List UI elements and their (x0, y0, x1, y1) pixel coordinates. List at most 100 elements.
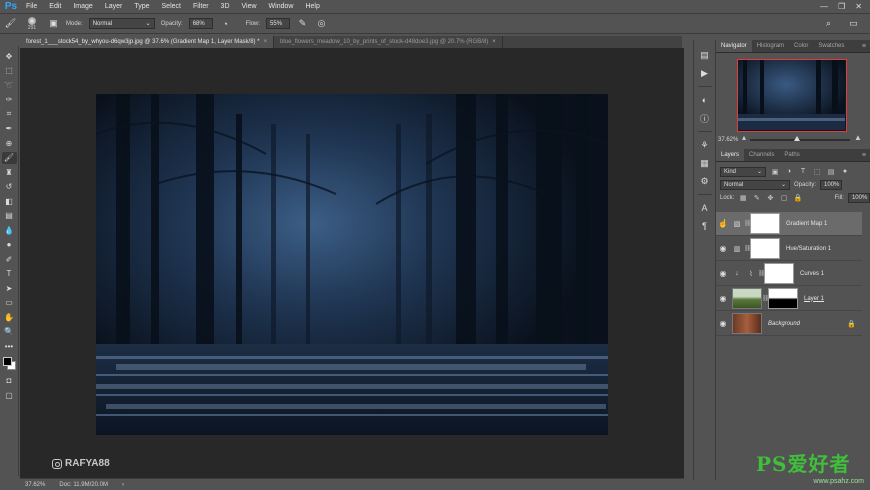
filter-smart-object-icon[interactable]: ▤ (826, 167, 836, 177)
adjustments-panel-icon[interactable]: ◐ (698, 93, 712, 107)
pressure-opacity-icon[interactable]: ◔ (219, 17, 232, 30)
fill-input[interactable]: 100% (847, 192, 870, 203)
eyedropper-tool-icon[interactable]: ✒ (2, 123, 17, 136)
brush-tool-preset-icon[interactable]: 🖌 (4, 17, 17, 30)
flow-input[interactable]: 55% (266, 18, 291, 29)
tab-swatches[interactable]: Swatches (813, 40, 849, 52)
zoom-tool-icon[interactable]: 🔍 (2, 326, 17, 339)
layer-name[interactable]: Layer 1 (804, 296, 824, 302)
menu-file[interactable]: File (20, 3, 43, 10)
layer-thumbnail[interactable] (732, 288, 762, 309)
crop-tool-icon[interactable]: ⌗ (2, 108, 17, 121)
info-panel-icon[interactable]: ⓘ (698, 111, 712, 125)
brush-panel-toggle-icon[interactable]: ▣ (47, 17, 60, 30)
search-icon[interactable]: ⌕ (822, 17, 835, 30)
color-swatches[interactable] (2, 355, 17, 373)
tab-channels[interactable]: Channels (744, 149, 779, 161)
quick-mask-icon[interactable]: ◘ (2, 375, 17, 388)
blend-mode-select[interactable]: Normal ⌄ (720, 179, 790, 190)
character-panel-icon[interactable]: A (698, 201, 712, 215)
shape-tool-icon[interactable]: ▭ (2, 297, 17, 310)
brush-panel-icon[interactable]: ▦ (698, 156, 712, 170)
status-zoom[interactable]: 37.62% (25, 482, 45, 488)
layer-mask-thumbnail[interactable] (764, 263, 794, 284)
menu-3d[interactable]: 3D (215, 3, 236, 10)
tab-paths[interactable]: Paths (779, 149, 804, 161)
layer-name[interactable]: Background (768, 321, 800, 327)
screen-mode-icon[interactable]: ▢ (2, 389, 17, 402)
lock-position-icon[interactable]: ✥ (766, 193, 776, 203)
filter-adjustment-icon[interactable]: ◑ (784, 167, 794, 177)
mode-select[interactable]: Normal ⌄ (88, 18, 155, 29)
panel-menu-icon[interactable]: ≡ (862, 40, 870, 52)
layer-curves[interactable]: ◉ ↓ ⌇ ⛓ Curves 1 (716, 262, 862, 286)
layer-gradient-map[interactable]: ☝ ▧ ⛓ Gradient Map 1 (716, 212, 862, 236)
brush-preset-picker[interactable]: 291 (23, 16, 41, 32)
hand-cursor-icon[interactable]: ☝ (716, 219, 730, 228)
layer-mask-thumbnail[interactable] (750, 238, 780, 259)
quick-select-tool-icon[interactable]: ✑ (2, 94, 17, 107)
filter-kind-select[interactable]: Kind ⌄ (720, 166, 766, 177)
brush-tool-icon[interactable]: 🖌 (1, 151, 17, 164)
layer-thumbnail[interactable] (732, 313, 762, 334)
layer-background[interactable]: ◉ Background 🔒 (716, 312, 862, 336)
clone-stamp-tool-icon[interactable]: ♜ (2, 166, 17, 179)
visibility-eye-icon[interactable]: ◉ (716, 319, 730, 328)
history-panel-icon[interactable]: ▤ (698, 48, 712, 62)
airbrush-icon[interactable]: ✎ (296, 17, 309, 30)
blur-tool-icon[interactable]: 💧 (2, 224, 17, 237)
close-button[interactable]: ✕ (855, 2, 862, 11)
close-tab-icon[interactable]: × (492, 39, 496, 45)
filter-shape-icon[interactable]: ⬚ (812, 167, 822, 177)
pressure-size-icon[interactable]: ◎ (315, 17, 328, 30)
lasso-tool-icon[interactable]: ➰ (2, 79, 17, 92)
visibility-eye-icon[interactable]: ◉ (716, 244, 730, 253)
menu-layer[interactable]: Layer (99, 3, 129, 10)
lock-pixels-icon[interactable]: ✎ (752, 193, 762, 203)
more-tools-icon[interactable]: ••• (2, 340, 17, 353)
marquee-tool-icon[interactable]: ⬚ (2, 65, 17, 78)
tab-layers[interactable]: Layers (716, 149, 745, 161)
navigator-zoom-slider[interactable] (750, 136, 850, 141)
dodge-tool-icon[interactable]: ● (2, 239, 17, 252)
actions-panel-icon[interactable]: ▶ (698, 66, 712, 80)
menu-window[interactable]: Window (263, 3, 300, 10)
filter-toggle-icon[interactable]: ● (840, 167, 850, 177)
healing-brush-tool-icon[interactable]: ⊕ (2, 137, 17, 150)
minimize-button[interactable]: — (820, 2, 828, 11)
zoom-slider-knob[interactable] (794, 136, 800, 141)
path-selection-tool-icon[interactable]: ➤ (2, 282, 17, 295)
layer-name[interactable]: Gradient Map 1 (786, 221, 827, 227)
layer-name[interactable]: Hue/Saturation 1 (786, 246, 831, 252)
status-arrow-icon[interactable]: › (122, 482, 124, 488)
gradient-tool-icon[interactable]: ▤ (2, 210, 17, 223)
clone-source-panel-icon[interactable]: ⚙ (698, 174, 712, 188)
layer-opacity-input[interactable]: 100% (820, 179, 843, 190)
hand-tool-icon[interactable]: ✋ (2, 311, 17, 324)
opacity-input[interactable]: 68% (188, 18, 213, 29)
canvas-area[interactable]: RAFYA88 (20, 48, 684, 478)
panel-menu-icon[interactable]: ≡ (862, 149, 870, 161)
visibility-eye-icon[interactable]: ◉ (716, 269, 730, 278)
document-image[interactable] (96, 94, 608, 435)
navigator-preview[interactable] (737, 59, 847, 132)
zoom-out-icon[interactable]: ▴ (742, 133, 746, 142)
menu-edit[interactable]: Edit (43, 3, 67, 10)
pen-tool-icon[interactable]: ✐ (2, 253, 17, 266)
layer-mask-thumbnail[interactable] (750, 213, 780, 234)
layer-mask-thumbnail[interactable] (768, 288, 798, 309)
tab-flowers-document[interactable]: blue_flowers_meadow_10_by_prints_of_stoc… (274, 36, 503, 48)
layer-hue-saturation[interactable]: ◉ ▥ ⛓ Hue/Saturation 1 (716, 237, 862, 261)
foreground-color-swatch[interactable] (2, 356, 12, 366)
workspace-icon[interactable]: ▭ (847, 17, 860, 30)
menu-filter[interactable]: Filter (187, 3, 215, 10)
menu-help[interactable]: Help (299, 3, 325, 10)
type-tool-icon[interactable]: T (2, 268, 17, 281)
layer-name[interactable]: Curves 1 (800, 271, 824, 277)
visibility-eye-icon[interactable]: ◉ (716, 294, 730, 303)
restore-button[interactable]: ❐ (838, 2, 845, 11)
filter-pixel-icon[interactable]: ▣ (770, 167, 780, 177)
lock-artboard-icon[interactable]: ▢ (779, 193, 789, 203)
zoom-in-icon[interactable]: ▲ (854, 133, 862, 142)
tab-histogram[interactable]: Histogram (752, 40, 789, 52)
